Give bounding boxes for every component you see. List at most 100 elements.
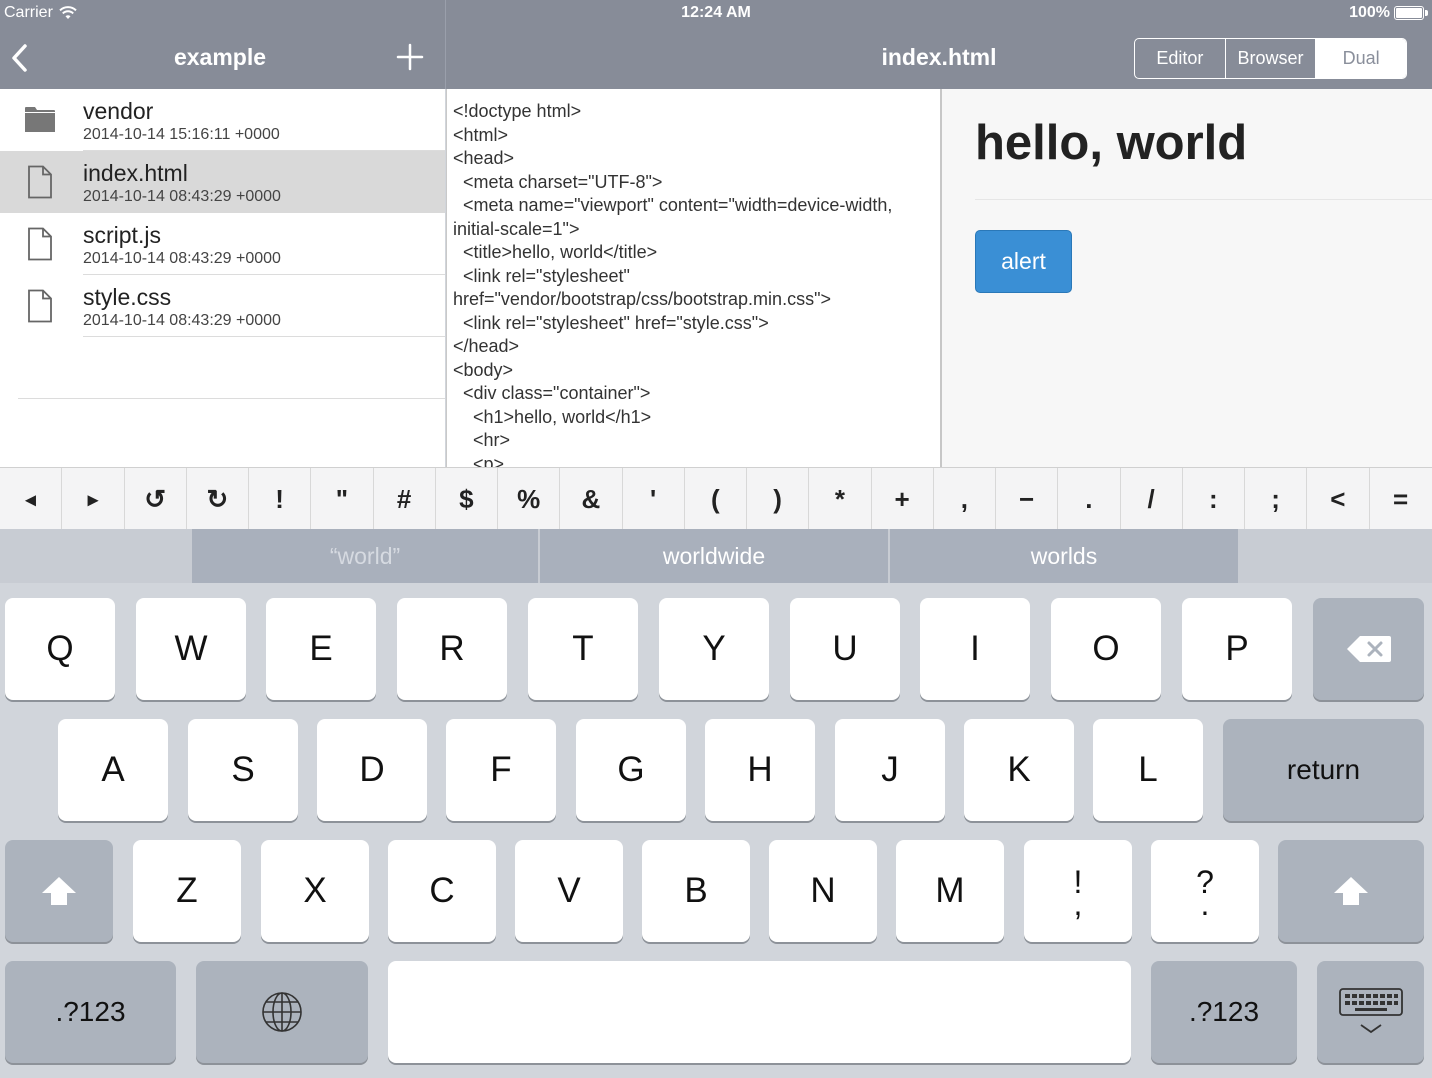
key-g[interactable]: G: [576, 719, 686, 821]
delete-key[interactable]: [1313, 598, 1424, 700]
key-l[interactable]: L: [1093, 719, 1203, 821]
key-bottom-char: ,: [1073, 886, 1083, 922]
symbol-key[interactable]: +: [872, 468, 934, 530]
segment-editor[interactable]: Editor: [1135, 39, 1226, 78]
keyboard-accessory-bar: ◂ ▸ ↺ ↻ ! " # $ % & ' ( ) * + , − . / : …: [0, 467, 1432, 530]
key-x[interactable]: X: [261, 840, 369, 942]
segment-browser[interactable]: Browser: [1226, 39, 1317, 78]
file-list: vendor 2014-10-14 15:16:11 +0000 index.h…: [0, 89, 445, 467]
symbol-key[interactable]: *: [809, 468, 872, 530]
preview-heading: hello, world: [975, 116, 1248, 170]
file-date: 2014-10-14 08:43:29 +0000: [83, 188, 281, 205]
key-u[interactable]: U: [790, 598, 900, 700]
key-s[interactable]: S: [188, 719, 298, 821]
file-row-script-js[interactable]: script.js 2014-10-14 08:43:29 +0000: [0, 213, 445, 275]
symbol-key[interactable]: &: [560, 468, 623, 530]
file-name: vendor: [83, 98, 154, 124]
key-question-period[interactable]: ? .: [1151, 840, 1259, 942]
dismiss-keyboard-key[interactable]: [1317, 961, 1424, 1063]
symbol-key[interactable]: ;: [1245, 468, 1308, 530]
cursor-right-key[interactable]: ▸: [62, 468, 125, 530]
code-editor[interactable]: <!doctype html> <html> <head> <meta char…: [446, 89, 940, 467]
alert-button[interactable]: alert: [975, 230, 1072, 293]
document-icon: [28, 165, 52, 199]
symbol-key[interactable]: <: [1307, 468, 1370, 530]
suggestion-2[interactable]: worldwide: [540, 529, 888, 583]
key-e[interactable]: E: [266, 598, 376, 700]
symbol-key[interactable]: !: [249, 468, 312, 530]
key-i[interactable]: I: [920, 598, 1030, 700]
file-name: index.html: [83, 160, 188, 186]
row-separator: [18, 398, 445, 399]
symbol-key[interactable]: ): [747, 468, 810, 530]
symbol-key[interactable]: %: [498, 468, 561, 530]
shift-left-key[interactable]: [5, 840, 113, 942]
key-w[interactable]: W: [136, 598, 246, 700]
key-v[interactable]: V: [515, 840, 623, 942]
shift-right-key[interactable]: [1278, 840, 1424, 942]
redo-key[interactable]: ↻: [187, 468, 249, 530]
symbol-key[interactable]: (: [685, 468, 747, 530]
symbol-key[interactable]: .: [1058, 468, 1121, 530]
key-j[interactable]: J: [835, 719, 945, 821]
add-file-button[interactable]: [393, 38, 427, 76]
key-b[interactable]: B: [642, 840, 750, 942]
row-separator: [83, 336, 445, 337]
space-key[interactable]: [388, 961, 1131, 1063]
key-y[interactable]: Y: [659, 598, 769, 700]
key-r[interactable]: R: [397, 598, 507, 700]
undo-key[interactable]: ↺: [125, 468, 187, 530]
key-t[interactable]: T: [528, 598, 638, 700]
symbol-key[interactable]: =: [1370, 468, 1432, 530]
key-c[interactable]: C: [388, 840, 496, 942]
folder-icon: [25, 107, 55, 132]
numbers-right-key[interactable]: .?123: [1151, 961, 1297, 1063]
preview-hr: [975, 199, 1432, 200]
numbers-left-key[interactable]: .?123: [5, 961, 176, 1063]
keyboard: Q W E R T Y U I O P A S D F G H J K L re…: [0, 583, 1432, 1078]
key-k[interactable]: K: [964, 719, 1074, 821]
symbol-key[interactable]: /: [1121, 468, 1183, 530]
key-f[interactable]: F: [446, 719, 556, 821]
key-p[interactable]: P: [1182, 598, 1292, 700]
backspace-icon: [1346, 636, 1391, 662]
segment-dual[interactable]: Dual: [1316, 39, 1406, 78]
symbol-key[interactable]: ": [311, 468, 374, 530]
globe-key[interactable]: [196, 961, 368, 1063]
key-d[interactable]: D: [317, 719, 427, 821]
key-exclaim-comma[interactable]: ! ,: [1024, 840, 1132, 942]
file-row-vendor[interactable]: vendor 2014-10-14 15:16:11 +0000: [0, 89, 445, 151]
predictive-bar: “world” worldwide worlds: [0, 529, 1432, 583]
key-o[interactable]: O: [1051, 598, 1161, 700]
suggestion-1[interactable]: “world”: [192, 529, 538, 583]
symbol-key[interactable]: −: [996, 468, 1059, 530]
symbol-key[interactable]: ': [623, 468, 685, 530]
return-key[interactable]: return: [1223, 719, 1424, 821]
key-a[interactable]: A: [58, 719, 168, 821]
document-icon: [28, 289, 52, 323]
browser-preview: hello, world alert: [942, 89, 1432, 467]
file-date: 2014-10-14 08:43:29 +0000: [83, 250, 281, 267]
code-text[interactable]: <!doctype html> <html> <head> <meta char…: [447, 89, 940, 467]
key-n[interactable]: N: [769, 840, 877, 942]
document-icon: [28, 227, 52, 261]
symbol-key[interactable]: $: [436, 468, 498, 530]
shift-icon: [42, 877, 76, 905]
key-m[interactable]: M: [896, 840, 1004, 942]
file-row-index-html[interactable]: index.html 2014-10-14 08:43:29 +0000: [0, 151, 445, 213]
file-row-style-css[interactable]: style.css 2014-10-14 08:43:29 +0000: [0, 275, 445, 337]
battery-percent: 100%: [1349, 4, 1390, 21]
key-h[interactable]: H: [705, 719, 815, 821]
symbol-key[interactable]: #: [374, 468, 436, 530]
symbol-key[interactable]: :: [1183, 468, 1245, 530]
key-z[interactable]: Z: [133, 840, 241, 942]
key-q[interactable]: Q: [5, 598, 115, 700]
folder-title: example: [173, 44, 267, 70]
symbol-key[interactable]: ,: [934, 468, 996, 530]
shift-icon: [1334, 877, 1368, 905]
top-bar: Carrier 12:24 AM 100% example index.html…: [0, 0, 1432, 89]
cursor-left-key[interactable]: ◂: [0, 468, 63, 530]
status-time: 12:24 AM: [681, 4, 751, 21]
status-battery: 100%: [1349, 4, 1428, 22]
suggestion-3[interactable]: worlds: [890, 529, 1238, 583]
